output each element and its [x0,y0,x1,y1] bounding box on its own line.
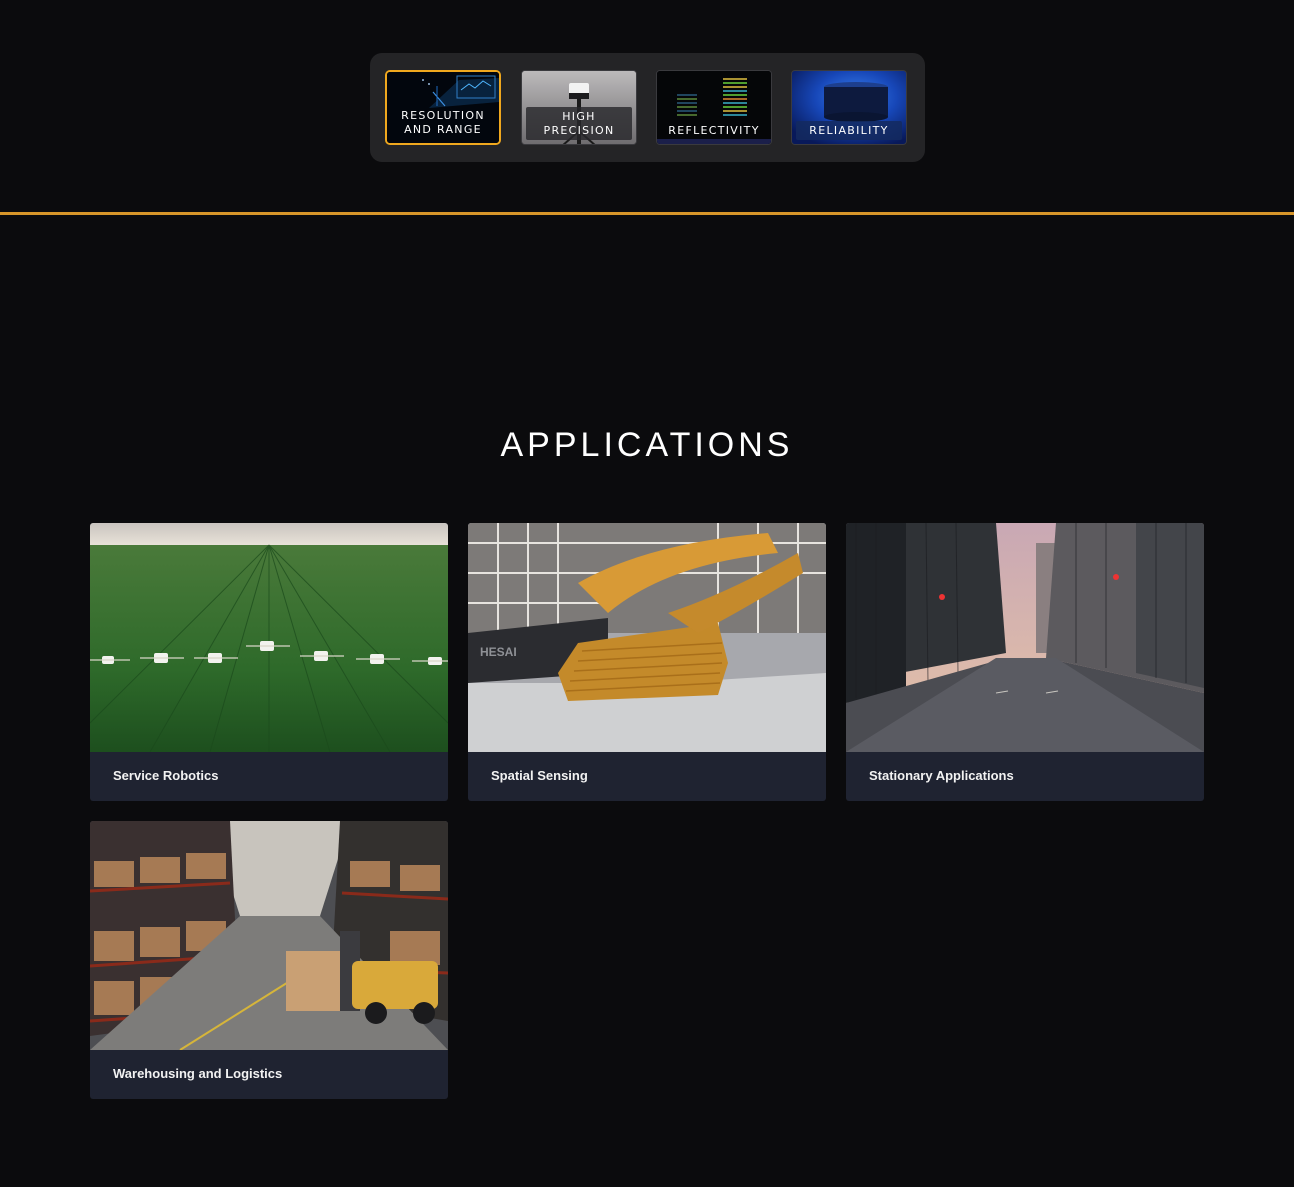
card-label: Warehousing and Logistics [113,1066,283,1081]
application-card-spatial-sensing[interactable]: HESAI Spatial Sensing [468,523,826,801]
application-card-warehousing-and-logistics[interactable]: Warehousing and Logistics [90,821,448,1099]
page: RESOLUTION AND RANGE HIGH PRECISION REFL… [0,0,1294,1187]
warehouse-image [90,821,448,1050]
card-label: Service Robotics [113,768,219,783]
tab-high-precision[interactable]: HIGH PRECISION [521,70,637,145]
tab-caption: RELIABILITY [796,121,902,140]
application-card-stationary-applications[interactable]: Stationary Applications [846,523,1204,801]
crop-field-image [90,523,448,752]
feature-tab-strip: RESOLUTION AND RANGE HIGH PRECISION REFL… [370,53,925,162]
atrium-image: HESAI [468,523,826,752]
hesai-sign: HESAI [480,645,517,659]
application-card-service-robotics[interactable]: Service Robotics [90,523,448,801]
tab-reliability[interactable]: RELIABILITY [791,70,907,145]
card-label: Spatial Sensing [491,768,588,783]
section-divider [0,212,1294,215]
card-label: Stationary Applications [869,768,1014,783]
city-street-image [846,523,1204,752]
tab-caption: REFLECTIVITY [668,124,760,137]
tab-resolution-and-range[interactable]: RESOLUTION AND RANGE [385,70,501,145]
tab-caption: RESOLUTION AND RANGE [401,109,485,136]
applications-title: APPLICATIONS [500,426,794,464]
tab-caption: HIGH PRECISION [526,107,632,140]
tab-reflectivity[interactable]: REFLECTIVITY [656,70,772,145]
